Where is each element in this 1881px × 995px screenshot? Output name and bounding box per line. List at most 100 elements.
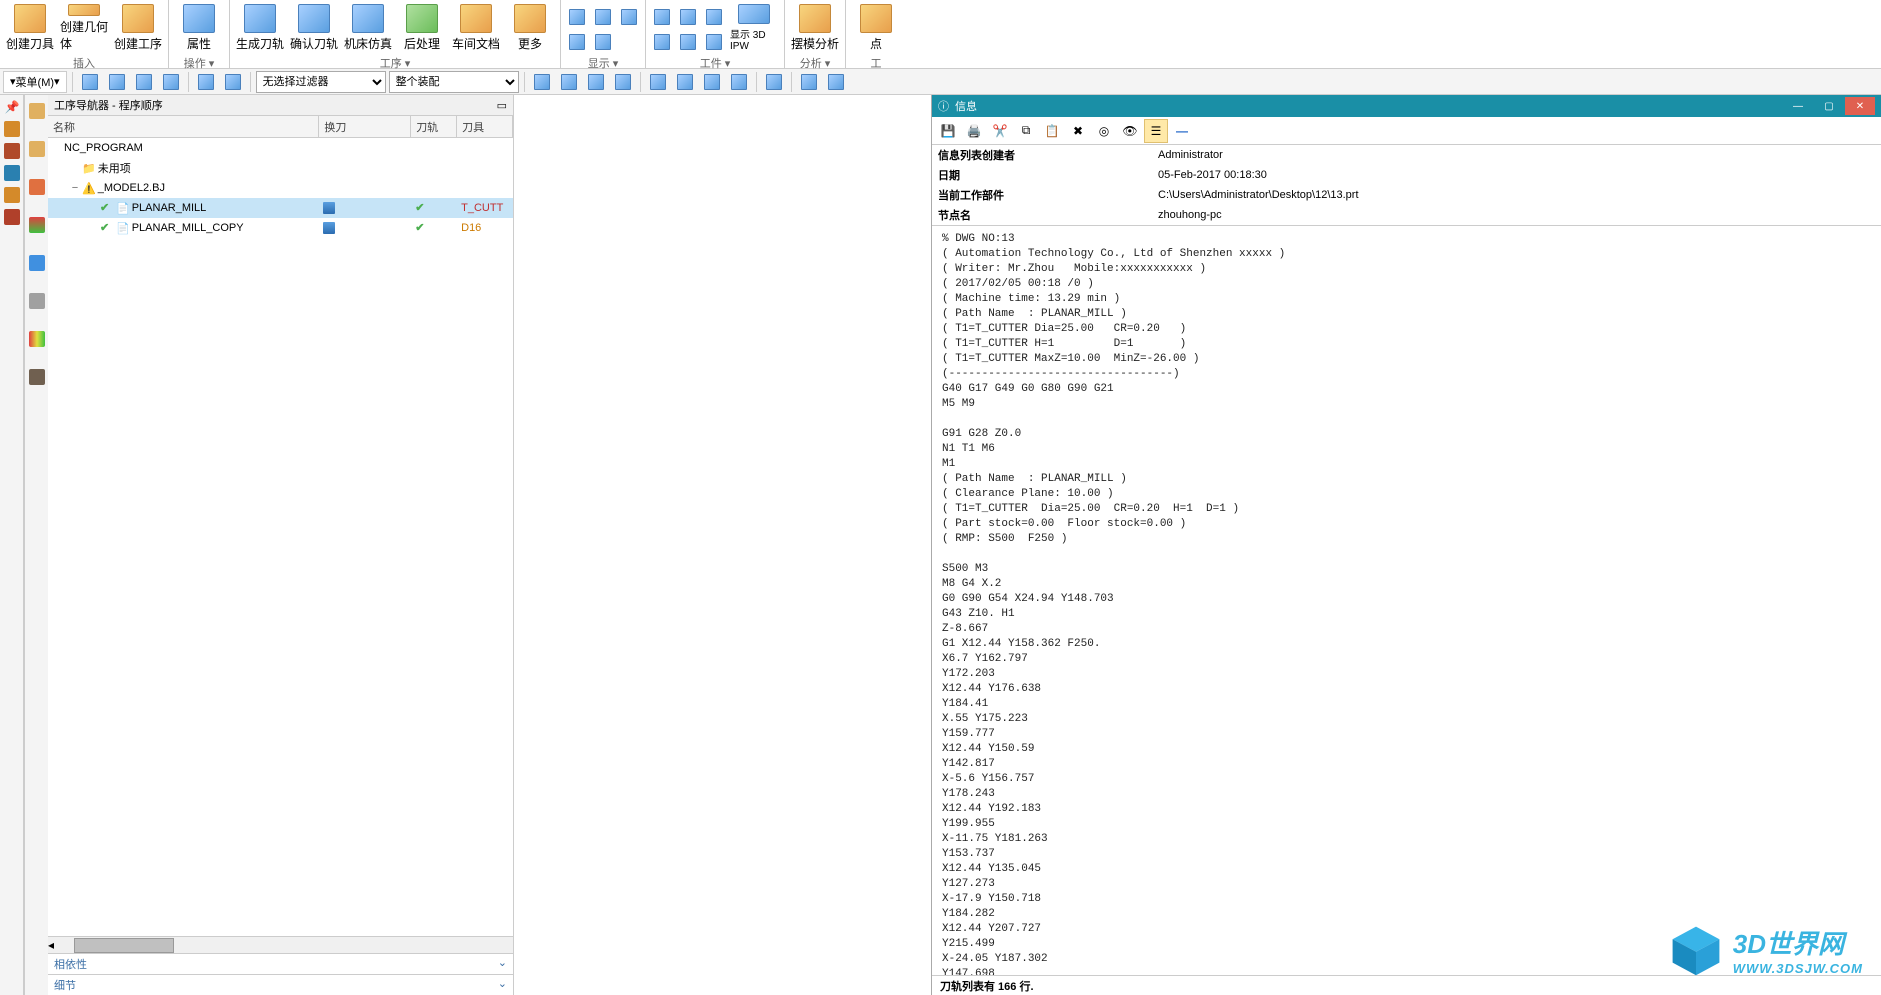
rb-btn[interactable] <box>27 253 47 273</box>
rb-btn[interactable] <box>27 215 47 235</box>
wp-btn[interactable] <box>702 30 726 54</box>
viewport-3d[interactable]: ZM XM <box>514 95 1881 995</box>
h-scrollbar[interactable]: ◂ <box>48 936 513 953</box>
sel-btn[interactable] <box>194 70 218 94</box>
save-icon[interactable]: 💾 <box>936 119 960 143</box>
label: 属性 <box>187 35 211 52</box>
meta-value: 05-Feb-2017 00:18:30 <box>1152 165 1881 185</box>
postprocess-button[interactable]: 后处理 <box>396 2 448 54</box>
target-icon[interactable]: ◎ <box>1092 119 1116 143</box>
nav-menu-icon[interactable]: ▭ <box>497 99 507 112</box>
meta-key: 日期 <box>932 165 1152 185</box>
sel-btn[interactable] <box>159 70 183 94</box>
strip-btn[interactable] <box>2 185 22 205</box>
generate-path-button[interactable]: 生成刀轨 <box>234 2 286 54</box>
rb-btn[interactable] <box>27 101 47 121</box>
show-ipw-button[interactable]: 显示 3D IPW <box>728 2 780 54</box>
strip-btn[interactable] <box>2 141 22 161</box>
label: 创建工序 <box>114 35 162 52</box>
delete-icon[interactable]: ✖ <box>1066 119 1090 143</box>
scope-filter[interactable]: 整个装配 <box>389 71 519 93</box>
tb-btn[interactable] <box>584 70 608 94</box>
pin-button[interactable]: 📌 <box>2 97 22 117</box>
selection-filter[interactable]: 无选择过滤器 <box>256 71 386 93</box>
shop-doc-button[interactable]: 车间文档 <box>450 2 502 54</box>
tree-row[interactable]: ✔📄PLANAR_MILL_COPY✔D16 <box>48 218 513 238</box>
disp-btn[interactable] <box>591 30 615 54</box>
col-name[interactable]: 名称 <box>48 116 319 137</box>
mold-analysis-button[interactable]: 摆模分析 <box>789 2 841 54</box>
col-hd[interactable]: 换刀 <box>319 116 411 137</box>
strip-btn[interactable] <box>2 119 22 139</box>
wp-btn[interactable] <box>702 5 726 29</box>
disp-btn[interactable] <box>591 5 615 29</box>
wp-btn[interactable] <box>650 30 674 54</box>
tb-btn[interactable] <box>557 70 581 94</box>
tree-row[interactable]: 📁未用项 <box>48 158 513 178</box>
copy-icon[interactable]: ⧉ <box>1014 119 1038 143</box>
nav-body[interactable]: NC_PROGRAM📁未用项−⚠️_MODEL2.BJ✔📄PLANAR_MILL… <box>48 138 513 936</box>
tb-btn[interactable] <box>611 70 635 94</box>
verify-path-button[interactable]: 确认刀轨 <box>288 2 340 54</box>
create-op-button[interactable]: 创建工序 <box>112 2 164 54</box>
minimize-button[interactable]: — <box>1783 97 1813 115</box>
meta-row: 日期05-Feb-2017 00:18:30 <box>932 165 1881 185</box>
tb-btn[interactable] <box>727 70 751 94</box>
close-button[interactable]: ✕ <box>1845 97 1875 115</box>
sel-btn[interactable] <box>221 70 245 94</box>
wp-btn[interactable] <box>676 30 700 54</box>
tree-row[interactable]: −⚠️_MODEL2.BJ <box>48 178 513 198</box>
rb-btn[interactable] <box>27 329 47 349</box>
tb-btn[interactable] <box>673 70 697 94</box>
tb-btn[interactable] <box>797 70 821 94</box>
eye-icon[interactable]: 👁 <box>1118 119 1142 143</box>
point-button[interactable]: 点 <box>850 2 902 54</box>
more-button[interactable]: 更多 <box>504 2 556 54</box>
create-tool-button[interactable]: 创建刀具 <box>4 2 56 54</box>
main-menu-button[interactable]: ▾ 菜单(M) ▾ <box>3 71 67 93</box>
disp-btn[interactable] <box>565 30 589 54</box>
col-tool[interactable]: 刀具 <box>457 116 513 137</box>
cut-icon[interactable]: ✂️ <box>988 119 1012 143</box>
nc-listing[interactable]: % DWG NO:13 ( Automation Technology Co.,… <box>932 226 1881 975</box>
rb-btn[interactable] <box>27 367 47 387</box>
strip-btn[interactable] <box>2 163 22 183</box>
sel-btn[interactable] <box>132 70 156 94</box>
disp-btn[interactable] <box>565 5 589 29</box>
label: 后处理 <box>404 35 440 52</box>
wp-btn[interactable] <box>650 5 674 29</box>
info-titlebar[interactable]: ⓘ 信息 — ▢ ✕ <box>932 95 1881 117</box>
label: 创建几何体 <box>60 18 108 52</box>
mode-icon[interactable]: ☰ <box>1144 119 1168 143</box>
detail-section[interactable]: 细节⌄ <box>48 974 513 995</box>
properties-button[interactable]: 属性 <box>173 2 225 54</box>
create-geometry-button[interactable]: 创建几何体 <box>58 2 110 54</box>
strip-btn[interactable] <box>2 207 22 227</box>
rb-btn[interactable] <box>27 139 47 159</box>
col-trk[interactable]: 刀轨 <box>411 116 457 137</box>
print-icon[interactable]: 🖨️ <box>962 119 986 143</box>
tree-row[interactable]: NC_PROGRAM <box>48 138 513 158</box>
dependency-section[interactable]: 相依性⌄ <box>48 953 513 974</box>
tb-btn[interactable] <box>762 70 786 94</box>
ribbon: 创建刀具 创建几何体 创建工序 插入 属性 操作 ▾ 生成刀轨 确认刀轨 机床仿… <box>0 0 1881 69</box>
dash-btn[interactable]: — <box>1170 119 1194 143</box>
tb-btn[interactable] <box>646 70 670 94</box>
disp-btn[interactable] <box>617 5 641 29</box>
sel-btn[interactable] <box>78 70 102 94</box>
meta-key: 节点名 <box>932 205 1152 225</box>
resource-bar <box>24 95 48 995</box>
rb-btn[interactable] <box>27 177 47 197</box>
rb-btn[interactable] <box>27 291 47 311</box>
sim-button[interactable]: 机床仿真 <box>342 2 394 54</box>
operation-navigator: 工序导航器 - 程序顺序 ▭ 名称 换刀 刀轨 刀具 NC_PROGRAM📁未用… <box>48 95 514 995</box>
meta-value: C:\Users\Administrator\Desktop\12\13.prt <box>1152 185 1881 205</box>
paste-icon[interactable]: 📋 <box>1040 119 1064 143</box>
tree-row[interactable]: ✔📄PLANAR_MILL✔T_CUTT <box>48 198 513 218</box>
tb-btn[interactable] <box>530 70 554 94</box>
maximize-button[interactable]: ▢ <box>1814 97 1844 115</box>
tb-btn[interactable] <box>824 70 848 94</box>
sel-btn[interactable] <box>105 70 129 94</box>
tb-btn[interactable] <box>700 70 724 94</box>
wp-btn[interactable] <box>676 5 700 29</box>
